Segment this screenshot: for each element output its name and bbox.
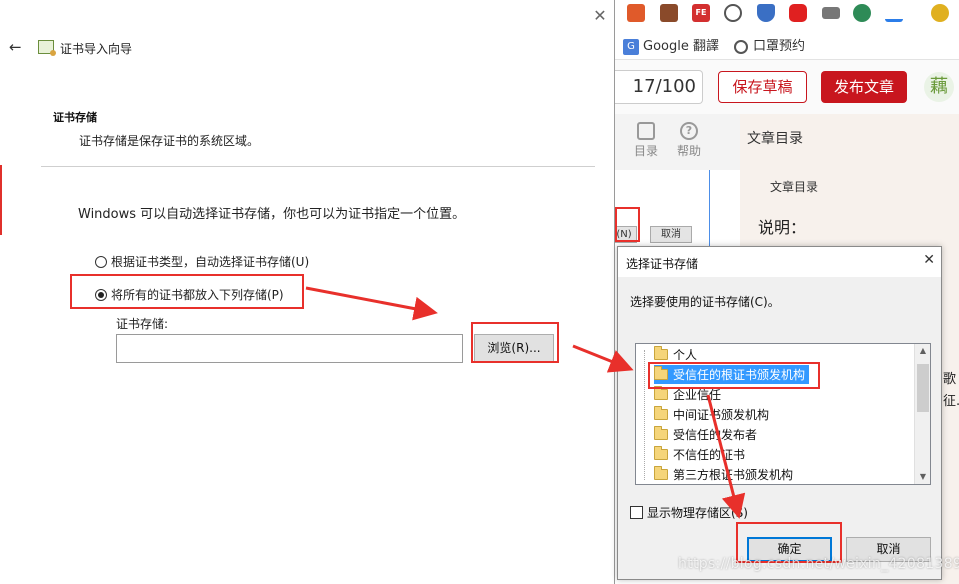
annotation-edge-mark — [0, 165, 2, 235]
toc-heading[interactable]: 文章目录 — [770, 178, 818, 195]
tree-item-label: 中间证书颁发机构 — [673, 408, 770, 422]
folder-icon — [654, 466, 668, 480]
edge-text-fragment: 歌 — [943, 372, 957, 387]
highlight-browse-button — [471, 322, 559, 363]
help-icon: ? — [680, 122, 698, 140]
toc-icon — [637, 122, 655, 140]
highlight-trusted-root — [648, 362, 820, 389]
checkbox[interactable] — [630, 506, 643, 519]
google-translate-icon: G — [623, 38, 639, 55]
tree-item-label: 个人 — [673, 348, 698, 362]
bookmark-label: Google 翻譯 — [643, 39, 719, 54]
checkbox-label: 显示物理存储区(S) — [647, 506, 748, 520]
section-title: 证书存储 — [53, 111, 97, 124]
certificate-store-input[interactable] — [116, 334, 463, 363]
folder-icon — [654, 346, 668, 360]
toc-tool[interactable]: 目录 — [629, 122, 663, 159]
radio-auto-select[interactable]: 根据证书类型，自动选择证书存储(U) — [95, 253, 309, 270]
globe-icon — [734, 39, 748, 54]
tree-item[interactable]: 中间证书颁发机构 — [654, 405, 773, 424]
publish-button[interactable]: 发布文章 — [821, 71, 907, 103]
scroll-down-icon[interactable]: ▼ — [915, 470, 930, 484]
editor-tool-area: 目录 ? 帮助 — [615, 114, 740, 170]
tree-item[interactable]: 受信任的发布者 — [654, 425, 761, 444]
save-draft-button[interactable]: 保存草稿 — [718, 71, 807, 103]
help-tool-label: 帮助 — [676, 144, 701, 158]
highlight-partial — [615, 207, 640, 242]
radio-label: 根据证书类型，自动选择证书存储(U) — [111, 255, 310, 269]
tree-item-label: 不信任的证书 — [673, 448, 746, 462]
extension-toolbar: FE — [615, 0, 959, 28]
bookmark-google-translate[interactable]: G Google 翻譯 — [623, 35, 719, 55]
toc-tool-label: 目录 — [633, 144, 658, 158]
scrollbar[interactable]: ▲ ▼ — [914, 344, 930, 484]
wizard-title: 证书导入向导 — [60, 42, 133, 56]
partial-cancel-button[interactable]: 取消 — [650, 226, 692, 243]
download-icon[interactable] — [885, 4, 903, 22]
watermark: https://blog.csdn.net/weixin_42081389 — [678, 556, 959, 572]
earth-icon[interactable] — [853, 4, 871, 22]
tree-guide-line — [644, 350, 645, 480]
toc-note: 说明： — [758, 218, 807, 237]
edge-text-fragment: 征... — [943, 394, 959, 409]
close-icon[interactable]: ✕ — [590, 6, 610, 26]
show-physical-stores[interactable]: 显示物理存储区(S) — [630, 504, 748, 521]
snapshot-icon[interactable] — [660, 4, 678, 22]
close-icon[interactable]: ✕ — [923, 252, 935, 268]
dialog-prompt: 选择要使用的证书存储(C)。 — [630, 295, 780, 309]
scroll-up-icon[interactable]: ▲ — [915, 344, 930, 358]
certificate-icon — [38, 40, 56, 56]
toc-panel-title: 文章目录 — [747, 131, 803, 147]
bookmarks-bar: G Google 翻譯 口罩预约 — [615, 28, 959, 60]
folder-icon — [654, 386, 668, 400]
tree-item[interactable]: 不信任的证书 — [654, 445, 749, 464]
folder-icon[interactable] — [822, 7, 840, 19]
folder-icon — [654, 426, 668, 440]
shield-icon[interactable] — [757, 4, 775, 22]
scrollbar-thumb[interactable] — [917, 364, 929, 412]
tree-item-label: 第三方根证书颁发机构 — [673, 468, 794, 482]
section-description: 证书存储是保存证书的系统区域。 — [79, 134, 260, 148]
dialog-titlebar: 选择证书存储 ✕ — [618, 247, 941, 277]
radio-button[interactable] — [95, 255, 107, 268]
fe-icon[interactable]: FE — [692, 4, 710, 22]
highlight-radio-place-all — [70, 274, 304, 309]
avatar[interactable]: 藕 — [924, 72, 954, 102]
back-arrow-icon[interactable]: ← — [9, 38, 22, 56]
tree-item[interactable]: 第三方根证书颁发机构 — [654, 465, 797, 484]
shopping-icon[interactable] — [627, 4, 645, 22]
folder-icon — [654, 406, 668, 420]
title-char-counter: 17/100 — [615, 70, 703, 104]
video-icon[interactable] — [789, 4, 807, 22]
intro-text: Windows 可以自动选择证书存储，你也可以为证书指定一个位置。 — [78, 207, 466, 222]
pikachu-icon[interactable] — [931, 4, 949, 22]
tree-item-label: 受信任的发布者 — [673, 428, 758, 442]
store-label: 证书存储: — [116, 317, 169, 331]
dialog-title: 选择证书存储 — [626, 257, 699, 271]
folder-icon — [654, 446, 668, 460]
editor-toolbar: 17/100 保存草稿 发布文章 藕 — [615, 60, 959, 114]
help-tool[interactable]: ? 帮助 — [672, 122, 706, 159]
code-icon[interactable] — [724, 4, 742, 22]
bookmark-mask-reservation[interactable]: 口罩预约 — [734, 35, 805, 54]
bookmark-label: 口罩预约 — [753, 39, 806, 54]
divider — [41, 166, 595, 167]
